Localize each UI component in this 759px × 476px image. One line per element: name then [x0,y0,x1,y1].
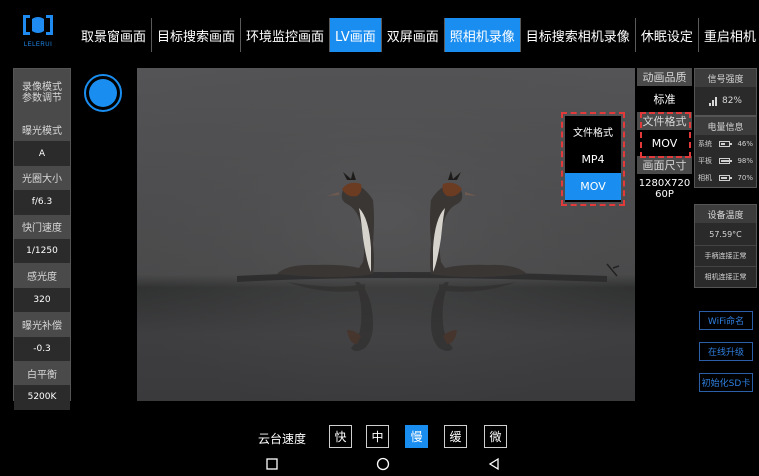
back-icon[interactable] [486,456,502,472]
battery-row-tablet: 平板 98% [695,152,756,169]
speed-gentle-button[interactable]: 缓 [444,425,467,448]
speed-fast-button[interactable]: 快 [329,425,352,448]
param-label-exposure-mode: 曝光模式 [14,117,70,142]
temperature-value: 57.59°C [709,229,742,239]
temperature-label: 设备温度 [695,205,756,223]
top-bar: LELERUI 取景窗画面 目标搜索画面 环境监控画面 LV画面 双屏画面 照相… [0,0,759,62]
format-sd-button[interactable]: 初始化SD卡 [699,373,753,392]
tab-camera-recording[interactable]: 照相机录像 [443,18,520,52]
battery-value-system: 46% [737,139,753,148]
quality-value[interactable]: 标准 [637,86,692,112]
param-label-iso: 感光度 [14,263,70,288]
recent-apps-icon[interactable] [264,456,280,472]
battery-name-tablet: 平板 [698,156,712,165]
status-panel: 信号强度 82% 电量信息 系统 46% 平板 98% 相机 70% 设备温度 … [694,68,759,401]
battery-value-camera: 70% [737,173,753,182]
battery-icon [719,140,733,147]
battery-box: 电量信息 系统 46% 平板 98% 相机 70% [694,116,757,188]
panel-header: 录像模式 参数调节 [14,69,70,117]
tab-dual-screen[interactable]: 双屏画面 [380,18,444,52]
panel-header-line1: 录像模式 [22,82,62,93]
tab-sleep-settings[interactable]: 休眠设定 [634,18,698,52]
tab-viewfinder[interactable]: 取景窗画面 [76,18,151,52]
signal-row: 82% [695,87,756,115]
battery-name-camera: 相机 [698,173,712,182]
home-icon[interactable] [375,456,391,472]
signal-label: 信号强度 [695,69,756,87]
signal-value: 82% [721,96,742,106]
param-label-aperture: 光圈大小 [14,165,70,191]
online-upgrade-button[interactable]: 在线升级 [699,342,753,361]
file-format-highlight [640,112,691,158]
brand-name: LELERUI [23,42,53,48]
frame-size-resolution: 1280X720 [638,178,691,189]
tab-environment-monitor[interactable]: 环境监控画面 [240,18,329,52]
top-tabs: 取景窗画面 目标搜索画面 环境监控画面 LV画面 双屏画面 照相机录像 目标搜索… [76,18,759,52]
record-icon [89,79,117,107]
frame-size-value[interactable]: 1280X720 60P [637,174,692,204]
temperature-box: 设备温度 57.59°C 手柄连接正常 相机连接正常 [694,204,757,288]
frame-size-label: 画面尺寸 [637,156,692,174]
gimbal-speed-bar: 云台速度 快 中 慢 缓 微 [0,420,759,450]
tab-target-search[interactable]: 目标搜索画面 [151,18,240,52]
param-value-exposure-comp[interactable]: -0.3 [14,336,70,361]
battery-name-system: 系统 [698,139,712,148]
logo-icon [23,15,53,35]
speed-micro-button[interactable]: 微 [484,425,507,448]
param-label-white-balance: 白平衡 [14,360,70,386]
speed-medium-button[interactable]: 中 [366,425,389,448]
battery-label: 电量信息 [695,117,756,135]
speed-slow-button[interactable]: 慢 [405,425,428,448]
format-option-mp4[interactable]: MP4 [565,146,621,173]
panel-header-line2: 参数调节 [22,93,62,104]
battery-row-camera: 相机 70% [695,169,756,186]
param-value-exposure-mode[interactable]: A [14,141,70,166]
tab-restart-camera[interactable]: 重启相机 [697,18,759,52]
battery-value-tablet: 98% [737,156,753,165]
battery-icon [719,157,733,164]
format-option-mov[interactable]: MOV [565,173,621,200]
system-nav-bar [0,452,759,476]
quality-label: 动画品质 [637,68,692,86]
param-value-aperture[interactable]: f/6.3 [14,190,70,215]
param-label-exposure-comp: 曝光补偿 [14,312,70,337]
dropdown-title: 文件格式 [573,127,613,139]
tab-lv[interactable]: LV画面 [329,18,381,52]
recording-params-panel: 录像模式 参数调节 曝光模式 A 光圈大小 f/6.3 快门速度 1/1250 … [13,68,71,410]
signal-icon [708,96,717,106]
signal-box: 信号强度 82% [694,68,757,116]
camera-side-strip [80,68,137,401]
battery-row-system: 系统 46% [695,135,756,152]
handle-status: 手柄连接正常 [695,245,756,266]
tab-target-search-recording[interactable]: 目标搜索相机录像 [519,18,635,52]
frame-size-rate: 60P [655,189,674,200]
app-logo: LELERUI [18,10,58,52]
battery-icon [719,174,733,181]
camera-status: 相机连接正常 [695,266,756,287]
record-button[interactable] [84,74,122,112]
param-value-iso[interactable]: 320 [14,287,70,313]
file-format-dropdown: 文件格式 MP4 MOV [565,116,621,202]
param-value-shutter[interactable]: 1/1250 [14,238,70,264]
param-value-white-balance[interactable]: 5200K [14,385,70,410]
wifi-rename-button[interactable]: WiFi命名 [699,311,753,330]
gimbal-speed-label: 云台速度 [258,432,307,446]
param-label-shutter: 快门速度 [14,214,70,239]
